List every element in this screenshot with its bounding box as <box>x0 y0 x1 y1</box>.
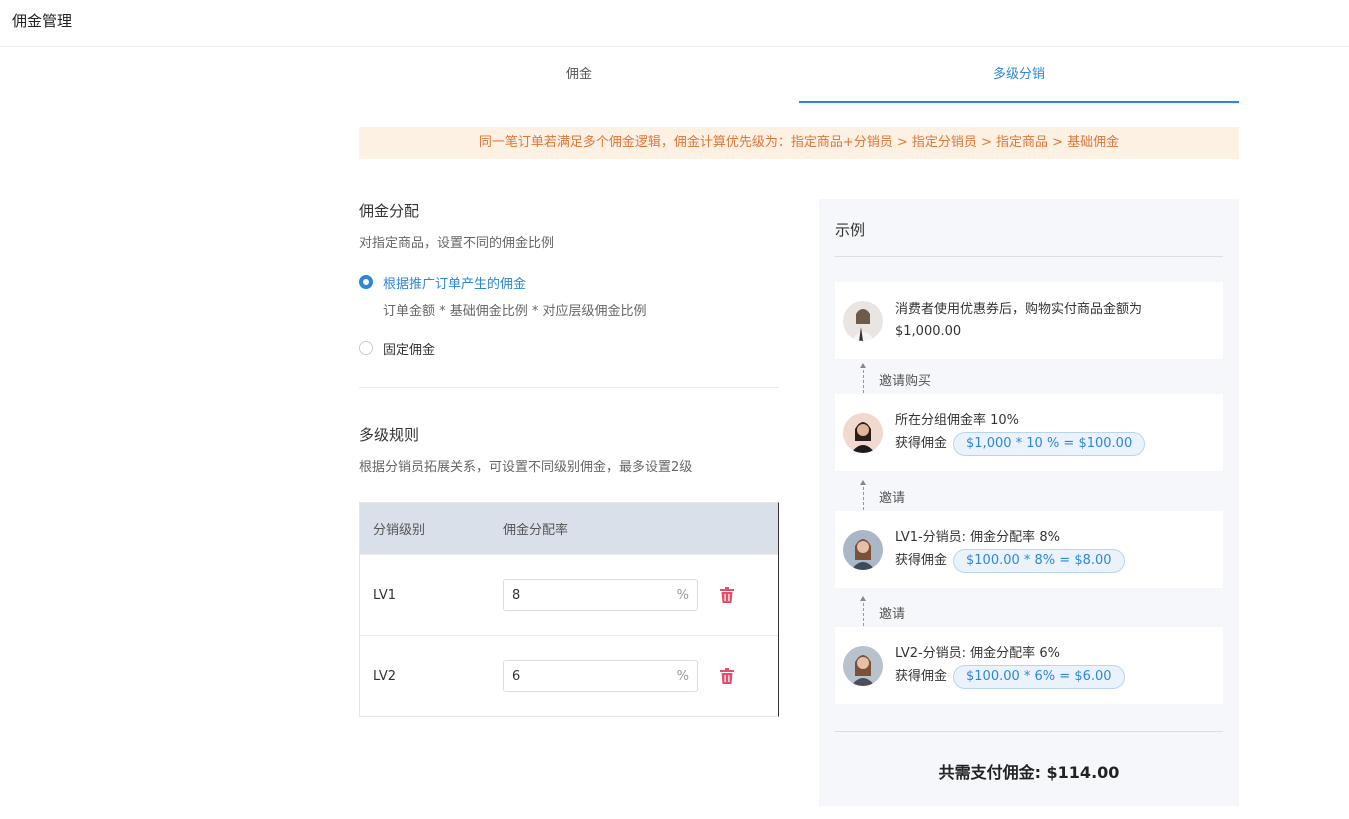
avatar <box>843 412 883 453</box>
example-card-lv1: LV1-分销员: 佣金分配率 8% 获得佣金 $100.00 * 8% = $8.… <box>835 511 1223 588</box>
connector-label: 邀请购买 <box>879 374 932 389</box>
percent-suffix: % <box>676 587 689 603</box>
level-label: LV1 <box>373 587 396 603</box>
radio-unchecked-icon[interactable] <box>359 341 373 355</box>
table-header: 分销级别 佣金分配率 <box>360 503 778 554</box>
trash-icon[interactable] <box>719 586 735 604</box>
level-label: LV2 <box>373 668 396 684</box>
allocation-title: 佣金分配 <box>359 202 420 220</box>
connector-label: 邀请 <box>879 607 906 622</box>
rate-input-lv1[interactable] <box>512 587 677 603</box>
radio-sub-desc: 订单金额 * 基础佣金比例 * 对应层级佣金比例 <box>383 304 647 319</box>
avatar <box>843 645 883 686</box>
radio-option-order-based[interactable]: 根据推广订单产生的佣金 订单金额 * 基础佣金比例 * 对应层级佣金比例 <box>359 273 779 319</box>
rate-input-lv2[interactable] <box>512 668 677 684</box>
arrow-up-icon <box>860 480 866 510</box>
radio-label: 固定佣金 <box>383 343 436 358</box>
tab-multi-level[interactable]: 多级分销 <box>799 48 1239 103</box>
column-level: 分销级别 <box>373 523 426 538</box>
example-card-consumer: 消费者使用优惠券后，购物实付商品金额为 $1,000.00 <box>835 282 1223 359</box>
percent-suffix: % <box>676 668 689 684</box>
arrow-up-icon <box>860 363 866 393</box>
arrow-up-icon <box>860 596 866 626</box>
example-divider <box>835 256 1223 257</box>
level-table: 分销级别 佣金分配率 LV1 % LV2 % <box>359 502 779 717</box>
tab-commission[interactable]: 佣金 <box>359 48 799 103</box>
formula-pill: $100.00 * 6% = $6.00 <box>953 664 1125 689</box>
card-line: LV2-分销员: 佣金分配率 6% <box>895 645 1060 661</box>
formula-pill: $1,000 * 10 % = $100.00 <box>953 431 1146 456</box>
formula-pill: $100.00 * 8% = $8.00 <box>953 548 1125 573</box>
connector-label: 邀请 <box>879 491 906 506</box>
tab-bar: 佣金 多级分销 <box>359 48 1239 103</box>
earn-label: 获得佣金 <box>895 668 948 684</box>
allocation-section: 佣金分配 对指定商品，设置不同的佣金比例 根据推广订单产生的佣金 订单金额 * … <box>359 200 779 475</box>
page-title: 佣金管理 <box>12 11 73 30</box>
avatar <box>843 529 883 570</box>
column-rate: 佣金分配率 <box>503 523 569 538</box>
example-divider <box>835 731 1223 732</box>
rules-title: 多级规则 <box>359 426 420 444</box>
card-line: 消费者使用优惠券后，购物实付商品金额为 <box>895 301 1143 317</box>
radio-option-fixed[interactable]: 固定佣金 <box>359 339 779 358</box>
avatar <box>843 300 883 341</box>
top-bar: 佣金管理 <box>0 0 1349 47</box>
total-commission: 共需支付佣金: $114.00 <box>938 763 1120 782</box>
example-title: 示例 <box>835 221 866 239</box>
table-row: LV1 % <box>360 554 778 635</box>
allocation-desc: 对指定商品，设置不同的佣金比例 <box>359 236 555 251</box>
rules-desc: 根据分销员拓展关系，可设置不同级别佣金，最多设置2级 <box>359 460 693 475</box>
table-row: LV2 % <box>360 635 778 716</box>
example-card-group: 所在分组佣金率 10% 获得佣金 $1,000 * 10 % = $100.00 <box>835 394 1223 471</box>
earn-label: 获得佣金 <box>895 552 948 568</box>
radio-label: 根据推广订单产生的佣金 <box>383 277 527 292</box>
example-card-lv2: LV2-分销员: 佣金分配率 6% 获得佣金 $100.00 * 6% = $6.… <box>835 627 1223 704</box>
card-amount: $1,000.00 <box>895 323 962 339</box>
rate-input-wrapper: % <box>503 660 698 692</box>
rate-input-wrapper: % <box>503 579 698 611</box>
section-divider <box>359 387 779 388</box>
card-line: 所在分组佣金率 10% <box>895 412 1020 428</box>
example-panel: 示例 消费者使用优惠券后，购物实付商品金额为 $1,000.00 邀请购买 所在… <box>819 199 1239 806</box>
trash-icon[interactable] <box>719 667 735 685</box>
card-line: LV1-分销员: 佣金分配率 8% <box>895 529 1060 545</box>
radio-checked-icon[interactable] <box>359 275 373 289</box>
earn-label: 获得佣金 <box>895 435 948 451</box>
priority-notice: 同一笔订单若满足多个佣金逻辑，佣金计算优先级为：指定商品+分销员 > 指定分销员… <box>359 127 1239 159</box>
